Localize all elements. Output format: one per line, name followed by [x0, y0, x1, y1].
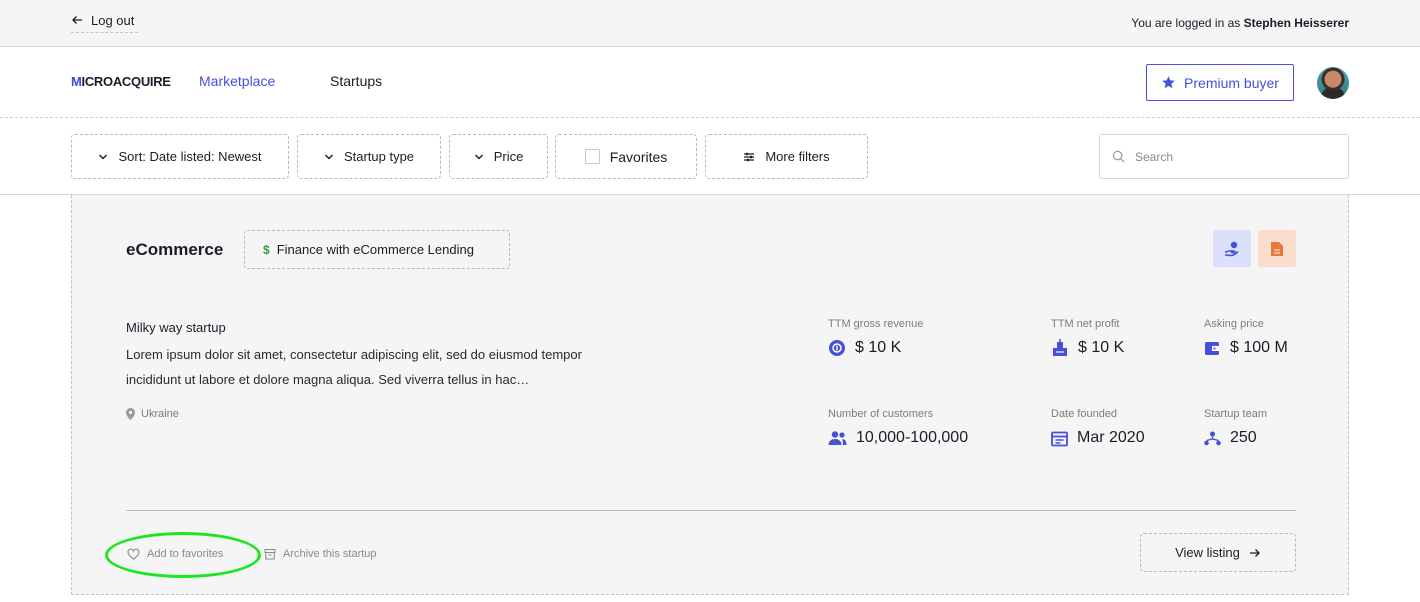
sort-label: Sort: Date listed: Newest	[118, 149, 262, 164]
metric-label: TTM net profit	[1051, 318, 1120, 330]
logo-initial: M	[71, 74, 82, 89]
search-input[interactable]	[1135, 149, 1325, 164]
metric-asking-price: Asking price $ 100 M	[1204, 318, 1288, 357]
chevron-down-icon	[474, 154, 483, 159]
location: Ukraine	[126, 408, 179, 420]
favorites-filter[interactable]: Favorites	[555, 134, 697, 179]
map-pin-icon	[126, 408, 135, 420]
logo[interactable]: MICROACQUIRE	[71, 74, 171, 89]
search-box[interactable]	[1099, 134, 1349, 179]
sort-dropdown[interactable]: Sort: Date listed: Newest	[71, 134, 289, 179]
finance-tag-label: Finance with eCommerce Lending	[276, 242, 474, 257]
metric-label: Asking price	[1204, 318, 1264, 330]
location-label: Ukraine	[141, 408, 179, 420]
price-label: Price	[493, 149, 524, 164]
logout-label: Log out	[91, 12, 135, 28]
finance-tag[interactable]: $ Finance with eCommerce Lending	[244, 230, 510, 269]
team-hierarchy-icon	[1204, 431, 1221, 445]
startup-name: Milky way startup	[126, 320, 226, 335]
profit-bag-icon	[1053, 339, 1067, 356]
chevron-down-icon	[99, 154, 108, 159]
coin-icon	[829, 340, 845, 356]
user-name: Stephen Heisserer	[1243, 16, 1349, 30]
metric-value: Mar 2020	[1077, 429, 1145, 446]
favorites-label: Favorites	[609, 148, 668, 165]
top-bar: Log out You are logged in as Stephen Hei…	[0, 0, 1420, 47]
logout-link[interactable]: Log out	[71, 8, 139, 33]
arrow-right-icon	[1249, 548, 1260, 557]
favorites-checkbox[interactable]	[584, 149, 600, 164]
wallet-icon	[1205, 341, 1219, 355]
startup-type-label: Startup type	[343, 149, 415, 164]
more-filters-label: More filters	[765, 149, 830, 164]
metric-value: 250	[1230, 429, 1257, 446]
category-title: eCommerce	[126, 240, 224, 259]
document-icon-button[interactable]	[1258, 230, 1296, 267]
card-divider	[126, 510, 1296, 511]
nav-link-startups[interactable]: Startups	[330, 73, 382, 89]
users-icon	[828, 431, 847, 445]
metric-label: TTM gross revenue	[828, 318, 924, 330]
add-to-favorites-label: Add to favorites	[147, 548, 224, 560]
dollar-icon: $	[263, 242, 270, 257]
startup-listing-card: eCommerce $ Finance with eCommerce Lendi…	[71, 195, 1349, 595]
add-to-favorites-button[interactable]: Add to favorites	[127, 548, 223, 560]
price-dropdown[interactable]: Price	[449, 134, 548, 179]
avatar[interactable]	[1317, 67, 1349, 99]
main-nav: MICROACQUIRE Marketplace Startups Premiu…	[0, 47, 1420, 118]
calendar-icon	[1051, 431, 1068, 446]
metric-date-founded: Date founded Mar 2020	[1051, 408, 1145, 447]
filter-bar: Sort: Date listed: Newest Startup type P…	[0, 118, 1420, 195]
star-icon	[1162, 76, 1175, 89]
logo-text: ICROACQUIRE	[81, 74, 171, 89]
document-icon	[1271, 241, 1283, 256]
nav-link-marketplace[interactable]: Marketplace	[199, 73, 275, 89]
startup-type-dropdown[interactable]: Startup type	[297, 134, 441, 179]
view-listing-label: View listing	[1175, 545, 1240, 560]
view-listing-button[interactable]: View listing	[1140, 533, 1296, 572]
metric-value: $ 100 M	[1230, 339, 1288, 356]
metric-startup-team: Startup team 250	[1204, 408, 1267, 447]
search-icon	[1112, 150, 1125, 163]
premium-buyer-label: Premium buyer	[1184, 74, 1279, 91]
metric-value: $ 10 K	[855, 339, 902, 356]
metric-net-profit: TTM net profit $ 10 K	[1051, 318, 1124, 357]
archive-label: Archive this startup	[283, 548, 377, 560]
metric-label: Startup team	[1204, 408, 1267, 420]
metric-label: Date founded	[1051, 408, 1118, 420]
hand-coin-icon-button[interactable]	[1213, 230, 1251, 267]
metric-customers: Number of customers 10,000-100,000	[828, 408, 968, 447]
logged-in-status: You are logged in as Stephen Heisserer	[1131, 16, 1349, 30]
archive-icon	[264, 549, 276, 560]
startup-description: Lorem ipsum dolor sit amet, consectetur …	[126, 347, 582, 387]
more-filters-button[interactable]: More filters	[705, 134, 868, 179]
premium-buyer-button[interactable]: Premium buyer	[1146, 64, 1294, 101]
metric-value: 10,000-100,000	[856, 429, 969, 446]
arrow-left-icon	[72, 16, 82, 24]
sliders-icon	[744, 152, 755, 161]
chevron-down-icon	[324, 154, 333, 159]
metric-gross-revenue: TTM gross revenue $ 10 K	[828, 318, 923, 357]
hand-coin-icon	[1224, 241, 1239, 256]
archive-startup-button[interactable]: Archive this startup	[264, 548, 377, 560]
logged-in-prefix: You are logged in as	[1131, 16, 1244, 30]
heart-icon	[127, 548, 140, 560]
metric-value: $ 10 K	[1078, 339, 1125, 356]
metric-label: Number of customers	[828, 408, 934, 420]
